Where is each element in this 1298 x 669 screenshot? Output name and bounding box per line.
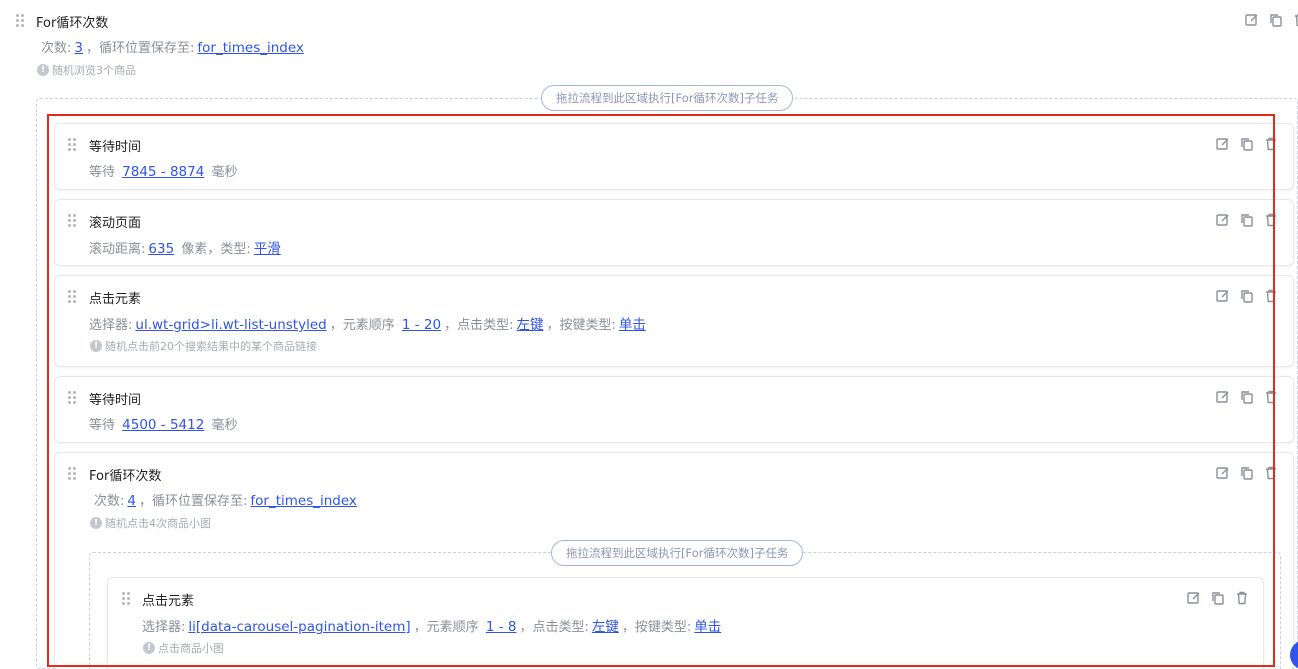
delete-icon[interactable] (1264, 212, 1278, 227)
info-icon: ! (90, 517, 102, 529)
edit-icon[interactable] (1216, 465, 1230, 479)
loop-note: ! 随机浏览3个商品 (37, 62, 136, 78)
copy-icon[interactable] (1240, 212, 1254, 227)
loop-params: 次数: 3 ，循环位置保存至: for_times_index (41, 40, 304, 56)
step-actions (1216, 465, 1278, 480)
edit-icon[interactable] (1216, 136, 1230, 150)
copy-icon[interactable] (1269, 12, 1283, 27)
step-params: 滚动距离: 635 像素，类型: 平滑 (89, 241, 281, 257)
edit-icon[interactable] (1187, 590, 1201, 604)
step-actions (1187, 590, 1249, 605)
drag-handle-icon[interactable] (68, 214, 76, 228)
loop-index-link[interactable]: for_times_index (250, 493, 357, 509)
step-card-wait[interactable] (54, 376, 1294, 443)
wait-range-link[interactable]: 7845 - 8874 (122, 164, 204, 180)
drag-handle-icon[interactable] (68, 290, 76, 304)
scroll-distance-link[interactable]: 635 (148, 241, 174, 257)
step-params: 等待 4500 - 5412 毫秒 (89, 417, 238, 433)
step-params: 次数: 4 ，循环位置保存至: for_times_index (94, 493, 357, 509)
selector-link[interactable]: ul.wt-grid>li.wt-list-unstyled (135, 317, 326, 333)
step-params: 选择器: ul.wt-grid>li.wt-list-unstyled ，元素顺序 … (89, 317, 646, 333)
step-actions (1216, 136, 1278, 151)
step-note: ! 随机点击前20个搜索结果中的某个商品链接 (90, 338, 317, 354)
edit-icon[interactable] (1216, 288, 1230, 302)
click-type-link[interactable]: 左键 (516, 317, 543, 333)
copy-icon[interactable] (1211, 590, 1225, 605)
info-icon: ! (90, 340, 102, 352)
edit-icon[interactable] (1245, 12, 1259, 26)
copy-icon[interactable] (1240, 465, 1254, 480)
edit-icon[interactable] (1216, 389, 1230, 403)
step-card-wait[interactable] (54, 123, 1294, 190)
selector-link[interactable]: li[data-carousel-pagination-item] (188, 619, 410, 635)
info-icon: ! (143, 642, 155, 654)
step-actions (1216, 389, 1278, 404)
scroll-type-link[interactable]: 平滑 (254, 241, 281, 257)
step-actions (1216, 212, 1278, 227)
step-title: For循环次数 (89, 469, 162, 484)
drop-hint: 拖拉流程到此区域执行[For循环次数]子任务 (541, 85, 794, 111)
step-title: 点击元素 (89, 292, 142, 307)
copy-icon[interactable] (1240, 288, 1254, 303)
loop-count-link[interactable]: 4 (127, 493, 136, 509)
drag-handle-icon[interactable] (122, 592, 130, 606)
delete-icon[interactable] (1293, 12, 1298, 27)
delete-icon[interactable] (1264, 288, 1278, 303)
step-title: 等待时间 (89, 140, 142, 155)
root-actions (1245, 12, 1298, 27)
drop-hint: 拖拉流程到此区域执行[For循环次数]子任务 (551, 540, 804, 566)
drag-handle-icon[interactable] (68, 391, 76, 405)
delete-icon[interactable] (1264, 465, 1278, 480)
key-type-link[interactable]: 单击 (619, 317, 646, 333)
step-note: ! 随机点击4次商品小图 (90, 515, 211, 531)
delete-icon[interactable] (1264, 136, 1278, 151)
order-link[interactable]: 1 - 8 (486, 619, 517, 635)
drag-handle-icon[interactable] (68, 467, 76, 481)
copy-icon[interactable] (1240, 136, 1254, 151)
loop-index-link[interactable]: for_times_index (197, 40, 304, 56)
edit-icon[interactable] (1216, 212, 1230, 226)
click-type-link[interactable]: 左键 (592, 619, 619, 635)
copy-icon[interactable] (1240, 389, 1254, 404)
delete-icon[interactable] (1235, 590, 1249, 605)
drag-handle-icon[interactable] (68, 138, 76, 152)
step-actions (1216, 288, 1278, 303)
loop-count-link[interactable]: 3 (74, 40, 83, 56)
delete-icon[interactable] (1264, 389, 1278, 404)
drag-handle-icon[interactable] (16, 14, 24, 28)
step-note: ! 点击商品小图 (143, 640, 224, 656)
key-type-link[interactable]: 单击 (694, 619, 721, 635)
loop-title: For循环次数 (36, 16, 109, 31)
step-title: 等待时间 (89, 393, 142, 408)
step-params: 选择器: li[data-carousel-pagination-item] ，元素… (142, 619, 722, 635)
step-params: 等待 7845 - 8874 毫秒 (89, 164, 238, 180)
order-link[interactable]: 1 - 20 (402, 317, 441, 333)
step-title: 点击元素 (142, 594, 195, 609)
wait-range-link[interactable]: 4500 - 5412 (122, 417, 204, 433)
step-title: 滚动页面 (89, 216, 142, 231)
info-icon: ! (37, 64, 49, 76)
